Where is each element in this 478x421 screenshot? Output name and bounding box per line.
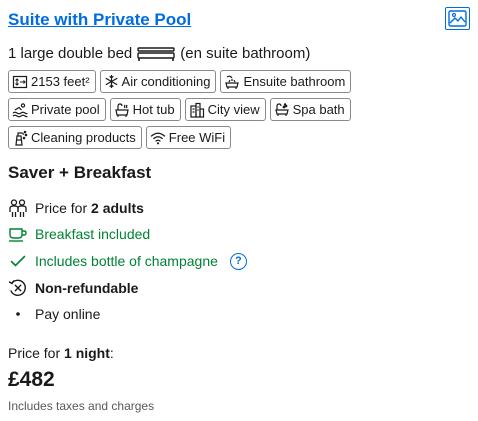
payment-label: Pay online [35, 306, 101, 322]
checkmark-icon [8, 251, 28, 271]
facility-chip: City view [184, 98, 266, 121]
hot-tub-icon [114, 102, 129, 117]
snowflake-icon [105, 74, 118, 89]
facility-label: Free WiFi [168, 130, 226, 145]
city-icon [189, 102, 204, 118]
champagne-line: Includes bottle of champagne ? [8, 251, 247, 271]
bed-note: (en suite bathroom) [180, 45, 311, 62]
breakfast-label: Breakfast included [35, 226, 151, 242]
facility-chip: Cleaning products [8, 126, 142, 149]
breakfast-line: Breakfast included [8, 224, 150, 244]
nights-value: 1 night [64, 345, 110, 361]
facility-chip: Air conditioning [99, 70, 217, 93]
info-icon[interactable]: ? [229, 252, 247, 270]
cleaning-icon [15, 130, 28, 146]
taxes-note: Includes taxes and charges [8, 399, 155, 413]
spa-bath-icon [274, 102, 289, 116]
facility-label: Ensuite bathroom [243, 74, 346, 89]
image-icon [448, 10, 467, 27]
facilities-list: 2153 feet² Air conditioning Ensuite bath… [8, 70, 470, 154]
facility-label: Private pool [31, 102, 100, 117]
size-icon [12, 75, 28, 88]
champagne-label: Includes bottle of champagne [35, 253, 218, 269]
guests-line: Price for 2 adults [8, 198, 144, 218]
facility-chip: Spa bath [269, 98, 351, 121]
facility-label: Spa bath [292, 102, 345, 117]
payment-line: Pay online [8, 304, 100, 324]
room-photos-button[interactable] [445, 7, 470, 30]
price-amount: £482 [8, 368, 55, 391]
facility-label: 2153 feet² [31, 74, 90, 89]
facility-chip: 2153 feet² [8, 70, 96, 93]
guests-value: 2 adults [91, 200, 144, 216]
bed-configuration: 1 large double bed (en suite bathroom) [8, 45, 310, 62]
facility-label: Cleaning products [31, 130, 136, 145]
room-title-link[interactable]: Suite with Private Pool [8, 10, 191, 30]
facility-chip: Free WiFi [145, 126, 232, 149]
facility-chip: Hot tub [109, 98, 181, 121]
price-duration: Price for 1 night: [8, 345, 114, 361]
refund-label: Non-refundable [35, 280, 139, 296]
offer-title: Saver + Breakfast [8, 163, 152, 182]
coffee-cup-icon [8, 224, 28, 244]
double-bed-icon [137, 46, 175, 61]
facility-chip: Private pool [8, 98, 106, 121]
price-prefix: Price for [8, 345, 61, 361]
wifi-icon [150, 132, 165, 144]
pool-icon [12, 102, 28, 117]
facility-label: Air conditioning [121, 74, 211, 89]
facility-label: Hot tub [132, 102, 175, 117]
guests-prefix: Price for [35, 200, 88, 216]
bed-text: 1 large double bed [8, 45, 133, 62]
people-icon [8, 198, 28, 218]
refund-policy-line: Non-refundable [8, 278, 138, 298]
facility-label: City view [207, 102, 260, 117]
bullet-icon [8, 304, 28, 324]
bathroom-icon [225, 75, 240, 89]
no-refund-icon [8, 278, 28, 298]
price-suffix: : [109, 345, 114, 361]
facility-chip: Ensuite bathroom [220, 70, 352, 93]
